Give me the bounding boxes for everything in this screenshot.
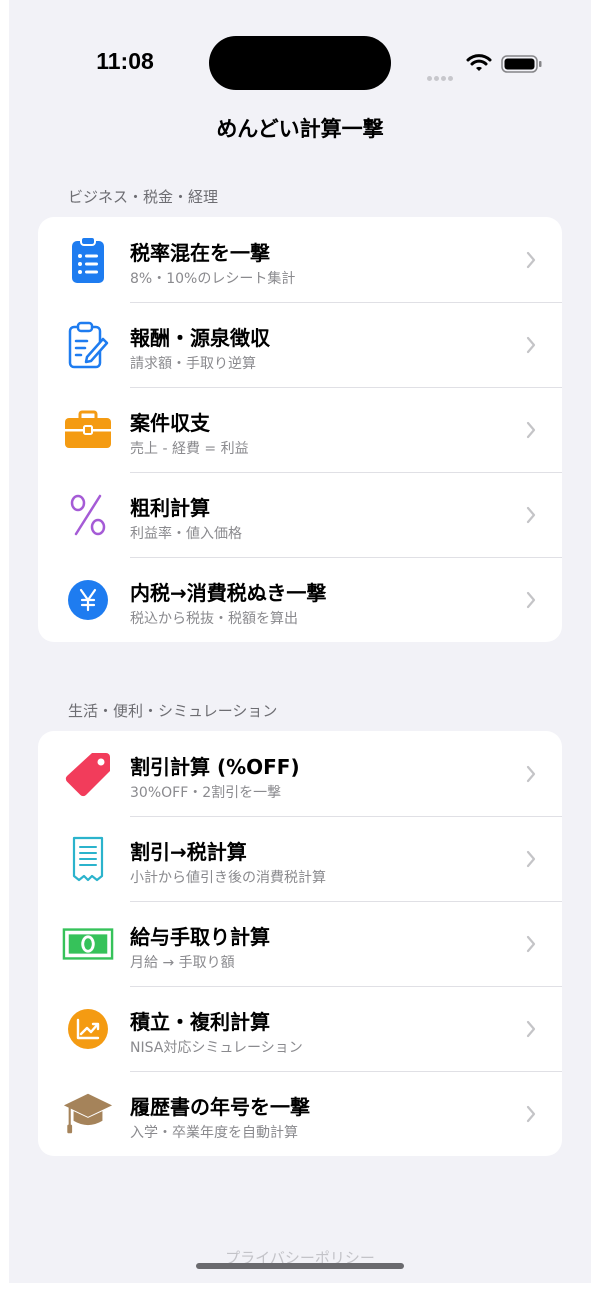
receipt-icon bbox=[62, 836, 114, 882]
tag-icon bbox=[62, 752, 114, 797]
menu-item-project-balance[interactable]: 案件収支 売上 - 経費 = 利益 bbox=[38, 387, 562, 472]
menu-item-subtitle: 税込から税抜・税額を算出 bbox=[130, 611, 298, 627]
menu-item-subtitle: 入学・卒業年度を自動計算 bbox=[130, 1125, 298, 1141]
menu-item-title: 粗利計算 bbox=[130, 496, 210, 520]
yen-circle-icon bbox=[62, 578, 114, 622]
menu-item-subtitle: NISA対応シミュレーション bbox=[130, 1040, 303, 1056]
menu-item-compound-savings[interactable]: 積立・複利計算 NISA対応シミュレーション bbox=[38, 986, 562, 1071]
menu-item-title: 税率混在を一撃 bbox=[130, 241, 270, 265]
menu-item-subtitle: 30%OFF・2割引を一撃 bbox=[130, 785, 282, 801]
battery-icon bbox=[501, 55, 542, 73]
status-time: 11:08 bbox=[96, 48, 154, 74]
menu-item-resume-year[interactable]: 履歴書の年号を一撃 入学・卒業年度を自動計算 bbox=[38, 1071, 562, 1156]
clipboard-list-icon bbox=[62, 236, 114, 283]
menu-item-title: 給与手取り計算 bbox=[130, 925, 270, 949]
graduation-cap-icon bbox=[62, 1092, 114, 1136]
menu-item-subtitle: 月給 → 手取り額 bbox=[130, 955, 235, 971]
chevron-right-icon bbox=[526, 850, 536, 868]
wifi-icon bbox=[466, 54, 492, 71]
section-header-lifestyle: 生活・便利・シミュレーション bbox=[68, 702, 278, 720]
menu-item-title: 案件収支 bbox=[130, 411, 210, 435]
dynamic-island bbox=[209, 36, 391, 90]
chevron-right-icon bbox=[526, 251, 536, 269]
menu-item-discount[interactable]: 割引計算 (%OFF) 30%OFF・2割引を一撃 bbox=[38, 731, 562, 816]
chevron-right-icon bbox=[526, 1020, 536, 1038]
menu-item-tax-rate-mix[interactable]: 税率混在を一撃 8%・10%のレシート集計 bbox=[38, 217, 562, 302]
section-card-business: 税率混在を一撃 8%・10%のレシート集計 報酬・源泉徴収 請求額・手取り逆算 bbox=[38, 217, 562, 642]
chevron-right-icon bbox=[526, 1105, 536, 1123]
chevron-right-icon bbox=[526, 421, 536, 439]
banknote-icon bbox=[62, 922, 114, 966]
menu-item-title: 割引→税計算 bbox=[130, 840, 247, 864]
chevron-right-icon bbox=[526, 765, 536, 783]
section-card-lifestyle: 割引計算 (%OFF) 30%OFF・2割引を一撃 割引→税計算 小計から値引き… bbox=[38, 731, 562, 1156]
menu-item-subtitle: 小計から値引き後の消費税計算 bbox=[130, 870, 326, 886]
menu-item-title: 内税→消費税ぬき一撃 bbox=[130, 581, 327, 605]
menu-item-subtitle: 利益率・値入価格 bbox=[130, 526, 242, 542]
menu-item-tax-exclusive[interactable]: 内税→消費税ぬき一撃 税込から税抜・税額を算出 bbox=[38, 557, 562, 642]
menu-item-title: 履歴書の年号を一撃 bbox=[130, 1095, 310, 1119]
menu-item-title: 積立・複利計算 bbox=[130, 1010, 270, 1034]
percent-icon bbox=[62, 493, 114, 537]
menu-item-subtitle: 8%・10%のレシート集計 bbox=[130, 271, 296, 287]
cellular-signal-icon bbox=[427, 66, 455, 85]
app-screen: 11:08 めんどい計算一撃 ビジネス・税金・経理 税率混在を一撃 8%・10%… bbox=[9, 0, 591, 1283]
menu-item-take-home-pay[interactable]: 給与手取り計算 月給 → 手取り額 bbox=[38, 901, 562, 986]
menu-item-subtitle: 売上 - 経費 = 利益 bbox=[130, 441, 249, 457]
chevron-right-icon bbox=[526, 591, 536, 609]
menu-item-title: 割引計算 (%OFF) bbox=[130, 755, 300, 779]
menu-item-discount-tax[interactable]: 割引→税計算 小計から値引き後の消費税計算 bbox=[38, 816, 562, 901]
section-header-business: ビジネス・税金・経理 bbox=[68, 188, 219, 206]
menu-item-title: 報酬・源泉徴収 bbox=[130, 326, 270, 350]
briefcase-icon bbox=[62, 408, 114, 452]
menu-item-gross-margin[interactable]: 粗利計算 利益率・値入価格 bbox=[38, 472, 562, 557]
chevron-right-icon bbox=[526, 336, 536, 354]
menu-item-withholding[interactable]: 報酬・源泉徴収 請求額・手取り逆算 bbox=[38, 302, 562, 387]
menu-item-subtitle: 請求額・手取り逆算 bbox=[130, 356, 256, 372]
clipboard-edit-icon bbox=[62, 321, 114, 369]
home-indicator[interactable] bbox=[196, 1263, 404, 1269]
page-title: めんどい計算一撃 bbox=[216, 117, 384, 141]
chevron-right-icon bbox=[526, 506, 536, 524]
chevron-right-icon bbox=[526, 935, 536, 953]
chart-circle-icon bbox=[62, 1007, 114, 1051]
